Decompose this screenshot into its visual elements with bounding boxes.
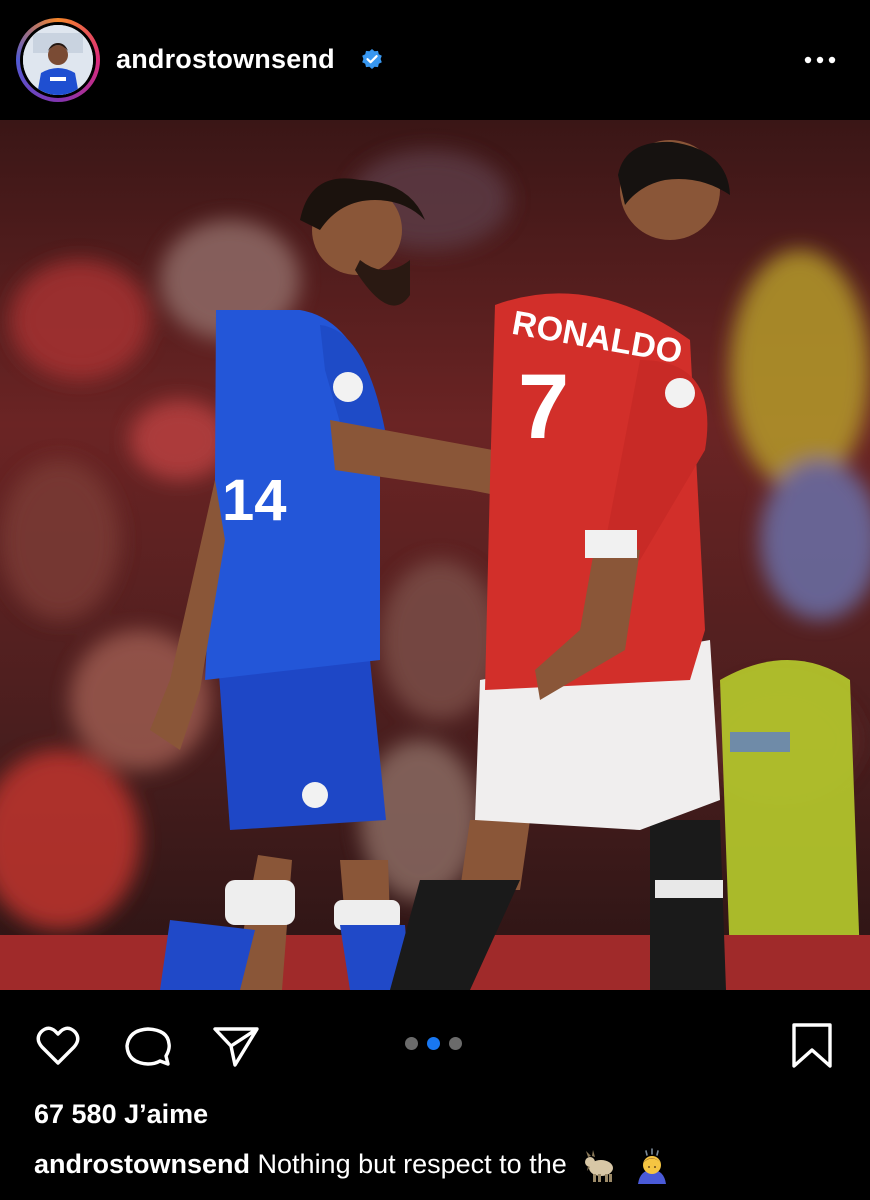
more-options-icon[interactable] (800, 48, 840, 72)
story-ring[interactable] (16, 18, 100, 102)
post-username[interactable]: androstownsend (116, 44, 335, 75)
caption-username[interactable]: androstownsend (34, 1149, 250, 1179)
verified-badge-icon (362, 49, 382, 69)
avatar[interactable] (23, 25, 93, 95)
comment-icon[interactable] (122, 1020, 174, 1072)
caption-text: Nothing but respect to the (257, 1149, 567, 1180)
right-player-number: 7 (518, 356, 569, 458)
likes-count[interactable]: 67 580 J’aime (34, 1099, 208, 1130)
heart-icon[interactable] (32, 1020, 84, 1072)
carousel-dot (449, 1037, 462, 1050)
bowing-person-emoji-icon (637, 1148, 666, 1184)
left-player-number: 14 (222, 468, 287, 533)
share-icon[interactable] (210, 1020, 262, 1072)
carousel-dot-active (427, 1037, 440, 1050)
carousel-dot (405, 1037, 418, 1050)
carousel-indicator (405, 1037, 465, 1051)
goat-emoji-icon (585, 1150, 614, 1182)
caption: androstownsend Nothing but respect to th… (34, 1148, 670, 1184)
post-photo[interactable]: 14 RONALDO 7 (0, 120, 870, 990)
bookmark-icon[interactable] (786, 1020, 838, 1072)
post-header: androstownsend (0, 0, 870, 120)
